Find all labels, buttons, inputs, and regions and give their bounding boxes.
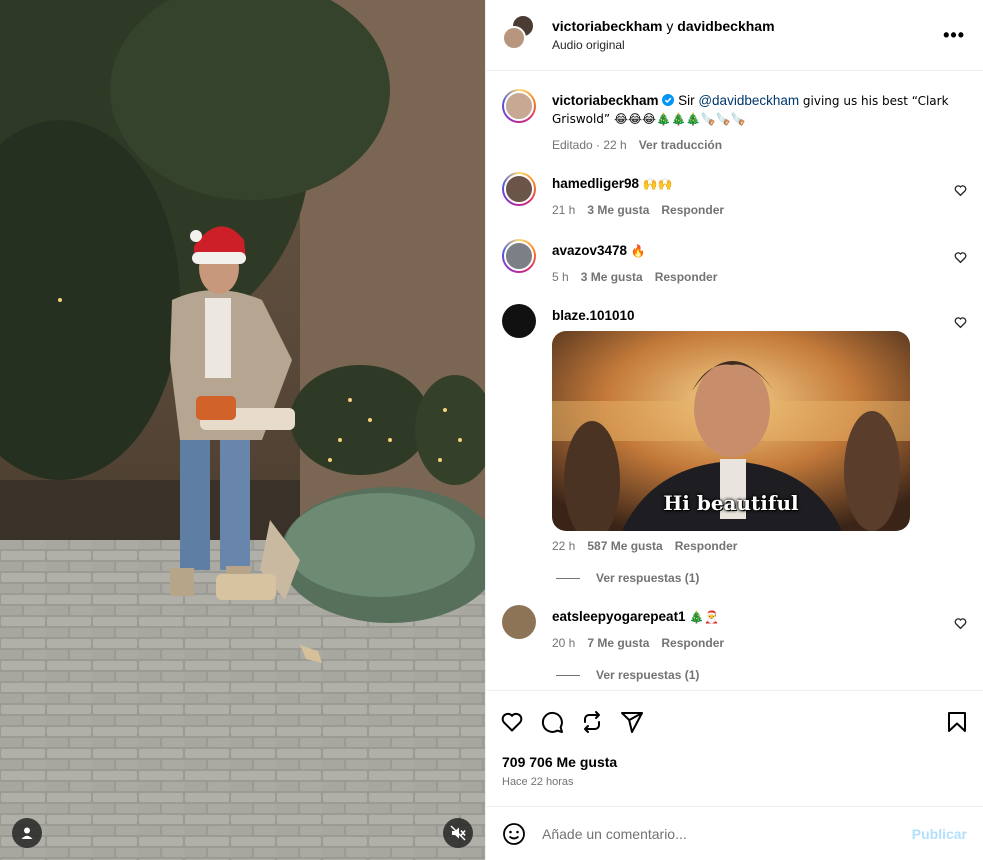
post-timestamp: Hace 22 horas (502, 776, 574, 788)
post-video[interactable] (0, 0, 485, 860)
view-replies-button[interactable]: Ver respuestas (1) (556, 668, 967, 682)
like-comment-heart-icon[interactable] (954, 617, 967, 630)
like-comment-heart-icon[interactable] (954, 316, 967, 329)
send-icon[interactable] (620, 710, 644, 734)
comment: blaze.101010 Hi beautiful 22 h 587 Me gu… (502, 304, 967, 553)
comment-username[interactable]: blaze.101010 (552, 308, 635, 323)
mute-button[interactable] (443, 818, 473, 848)
verified-badge-icon (662, 94, 675, 106)
collab-avatars[interactable] (502, 14, 536, 52)
comment-text: 🎄🎅 (689, 610, 720, 624)
comment-likes[interactable]: 3 Me gusta (581, 270, 643, 284)
avatar-victoriabeckham[interactable] (502, 26, 526, 50)
audio-link[interactable]: Audio original (552, 38, 775, 52)
speaker-muted-icon (450, 825, 466, 841)
view-replies-label: Ver respuestas (1) (596, 668, 700, 682)
avatar[interactable] (502, 89, 536, 123)
caption-body-start: Sir (678, 93, 699, 108)
comment-username[interactable]: hamedliger98 (552, 176, 639, 191)
comment-input[interactable] (542, 825, 912, 842)
publish-button[interactable]: Publicar (912, 826, 967, 842)
reply-button[interactable]: Responder (655, 270, 718, 284)
reply-button[interactable]: Responder (661, 203, 724, 217)
share-icon[interactable] (580, 710, 604, 734)
comment-time: 20 h (552, 636, 576, 650)
heart-icon[interactable] (500, 710, 524, 734)
reply-button[interactable]: Responder (661, 636, 724, 650)
mention-davidbeckham[interactable]: @davidbeckham (698, 93, 799, 108)
view-replies-button[interactable]: Ver respuestas (1) (556, 571, 967, 585)
reply-button[interactable]: Responder (675, 539, 738, 553)
instagram-post-view: victoriabeckham y davidbeckham Audio ori… (0, 0, 983, 860)
post-header: victoriabeckham y davidbeckham Audio ori… (486, 0, 983, 71)
avatar[interactable] (502, 239, 536, 273)
comment-time: 5 h (552, 270, 569, 284)
comment-composer: Publicar (486, 806, 983, 860)
username-victoriabeckham[interactable]: victoriabeckham (552, 18, 663, 34)
caption: victoriabeckham Sir @davidbeckham giving… (502, 89, 967, 152)
like-comment-heart-icon[interactable] (954, 251, 967, 264)
comment: eatsleepyogarepeat1 🎄🎅 20 h 7 Me gusta R… (502, 605, 967, 650)
comment: hamedliger98 🙌🙌 21 h 3 Me gusta Responde… (502, 172, 967, 217)
comment-text: 🙌🙌 (642, 177, 673, 191)
comment-username[interactable]: avazov3478 (552, 243, 627, 258)
username-davidbeckham[interactable]: davidbeckham (677, 18, 774, 34)
edited-timestamp: Editado · 22 h (552, 138, 627, 152)
comment-time: 21 h (552, 203, 576, 217)
emoji-icon[interactable] (502, 822, 526, 846)
comment-likes[interactable]: 587 Me gusta (587, 539, 662, 553)
see-translation-link[interactable]: Ver traducción (639, 138, 722, 152)
user-icon (21, 827, 33, 839)
comments-list[interactable]: victoriabeckham Sir @davidbeckham giving… (486, 71, 983, 690)
comment-likes[interactable]: 3 Me gusta (587, 203, 649, 217)
comment-username[interactable]: eatsleepyogarepeat1 (552, 609, 686, 624)
post-details-panel: victoriabeckham y davidbeckham Audio ori… (485, 0, 983, 860)
tagged-users-button[interactable] (12, 818, 42, 848)
view-replies-label: Ver respuestas (1) (596, 571, 700, 585)
video-frame (0, 0, 485, 860)
comment-time: 22 h (552, 539, 576, 553)
likes-count[interactable]: 709 706 Me gusta (486, 754, 983, 770)
replies-divider (556, 577, 580, 579)
comment-text: 🔥 (630, 244, 646, 258)
more-options-button[interactable]: ••• (943, 26, 965, 44)
comment: avazov3478 🔥 5 h 3 Me gusta Responder (502, 239, 967, 284)
collab-usernames: victoriabeckham y davidbeckham (552, 18, 775, 34)
caption-text: victoriabeckham Sir @davidbeckham giving… (552, 92, 967, 128)
avatar[interactable] (502, 605, 536, 639)
caption-username[interactable]: victoriabeckham (552, 93, 659, 108)
avatar[interactable] (502, 304, 536, 338)
bookmark-icon[interactable] (945, 710, 969, 734)
replies-divider (556, 674, 580, 676)
comment-icon[interactable] (540, 710, 564, 734)
action-bar (486, 690, 983, 752)
comment-likes[interactable]: 7 Me gusta (587, 636, 649, 650)
like-comment-heart-icon[interactable] (954, 184, 967, 197)
conjunction: y (666, 18, 674, 34)
gif-caption: Hi beautiful (663, 491, 799, 515)
more-horizontal-icon: ••• (943, 25, 965, 45)
comment-gif[interactable]: Hi beautiful (552, 331, 910, 531)
avatar[interactable] (502, 172, 536, 206)
